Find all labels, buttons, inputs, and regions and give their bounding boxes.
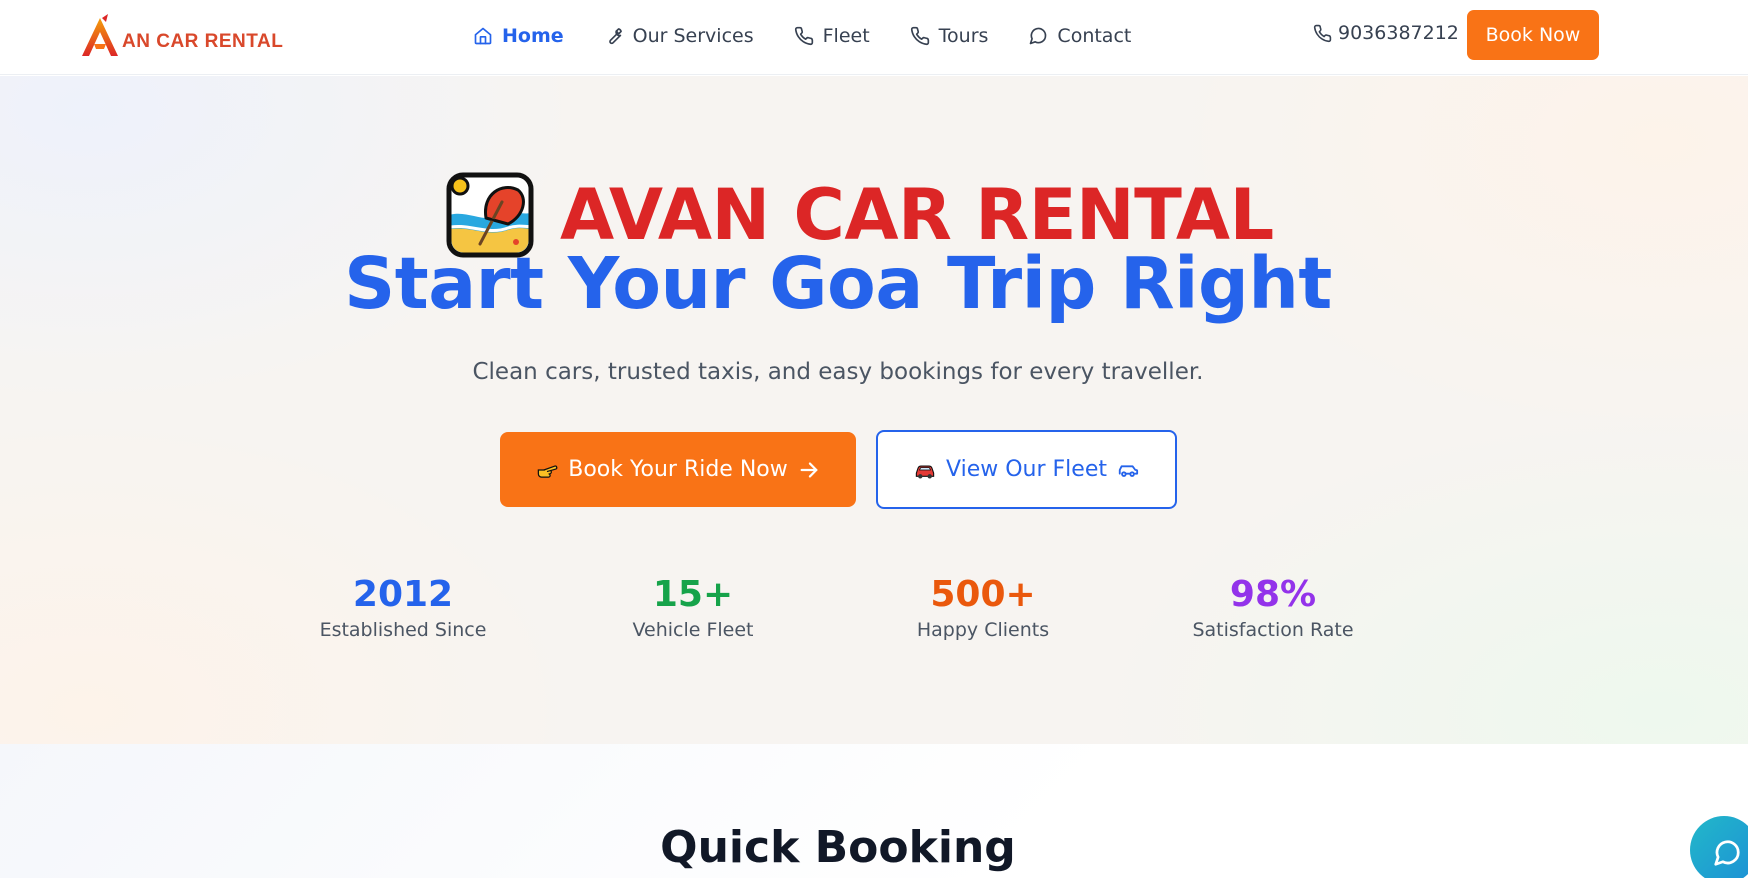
- stat-fleet: 15+ Vehicle Fleet: [573, 574, 813, 641]
- view-fleet-button[interactable]: View Our Fleet: [876, 430, 1177, 509]
- stat-clients: 500+ Happy Clients: [863, 574, 1103, 641]
- quick-booking-title: Quick Booking: [660, 822, 1016, 873]
- nav-item-contact[interactable]: Contact: [1028, 25, 1131, 47]
- stat-label: Vehicle Fleet: [632, 619, 754, 642]
- nav-label-contact: Contact: [1057, 25, 1132, 47]
- logo[interactable]: AN CAR RENTAL: [80, 10, 283, 58]
- stat-label: Satisfaction Rate: [1192, 619, 1354, 642]
- phone-icon: [1313, 24, 1332, 42]
- pointing-hand-icon: [537, 464, 558, 478]
- book-now-button[interactable]: Book Now: [1467, 10, 1599, 60]
- logo-text: AN CAR RENTAL: [122, 31, 284, 52]
- book-your-ride-button[interactable]: Book Your Ride Now: [500, 432, 856, 507]
- stat-value: 15+: [652, 574, 734, 615]
- stat-established: 2012 Established Since: [283, 574, 523, 641]
- stat-label: Happy Clients: [916, 619, 1050, 642]
- nav-item-fleet[interactable]: Fleet: [794, 25, 870, 47]
- red-car-icon: [915, 465, 935, 478]
- stat-value: 98%: [1229, 574, 1317, 615]
- logo-mark-icon: [82, 14, 118, 56]
- nav-item-tours[interactable]: Tours: [910, 25, 989, 47]
- nav-label-fleet: Fleet: [822, 25, 870, 47]
- nav-item-home[interactable]: Home: [473, 25, 564, 47]
- header-phone[interactable]: 9036387212: [1313, 22, 1459, 44]
- book-your-ride-label: Book Your Ride Now: [568, 457, 788, 482]
- stat-value: 2012: [352, 574, 454, 615]
- nav-label-our-services: Our Services: [632, 25, 754, 47]
- phone-icon: [910, 26, 929, 46]
- stat-value: 500+: [930, 574, 1036, 615]
- view-fleet-label: View Our Fleet: [946, 457, 1107, 482]
- stat-label: Established Since: [319, 619, 487, 642]
- nav-label-tours: Tours: [938, 25, 989, 47]
- hero-headline: Start Your Goa Trip Right: [344, 242, 1332, 325]
- chat-icon: [1714, 840, 1740, 866]
- stats-row: 2012 Established Since 15+ Vehicle Fleet…: [0, 574, 1748, 664]
- nav-label-home: Home: [502, 25, 564, 47]
- site-header: AN CAR RENTAL Home Our Services Fleet To…: [0, 0, 1748, 75]
- hero-subtitle: Clean cars, trusted taxis, and easy book…: [472, 359, 1204, 385]
- main-nav: Home Our Services Fleet Tours Contact: [473, 20, 1171, 52]
- nav-item-our-services[interactable]: Our Services: [604, 25, 754, 47]
- chat-button[interactable]: [1690, 816, 1748, 878]
- hero-brand-title: AVAN CAR RENTAL: [560, 174, 1274, 256]
- car-icon: [1118, 464, 1139, 477]
- quick-booking-section: Quick Booking: [0, 744, 1748, 878]
- chat-icon: [1030, 27, 1047, 45]
- phone-number: 9036387212: [1338, 22, 1459, 44]
- home-icon: [474, 27, 492, 45]
- phone-icon: [794, 26, 813, 46]
- stat-satisfaction: 98% Satisfaction Rate: [1153, 574, 1393, 641]
- hero-section: AVAN CAR RENTAL Start Your Goa Trip Righ…: [0, 76, 1748, 744]
- arrow-right-icon: [800, 461, 818, 478]
- wrench-icon: [608, 28, 622, 45]
